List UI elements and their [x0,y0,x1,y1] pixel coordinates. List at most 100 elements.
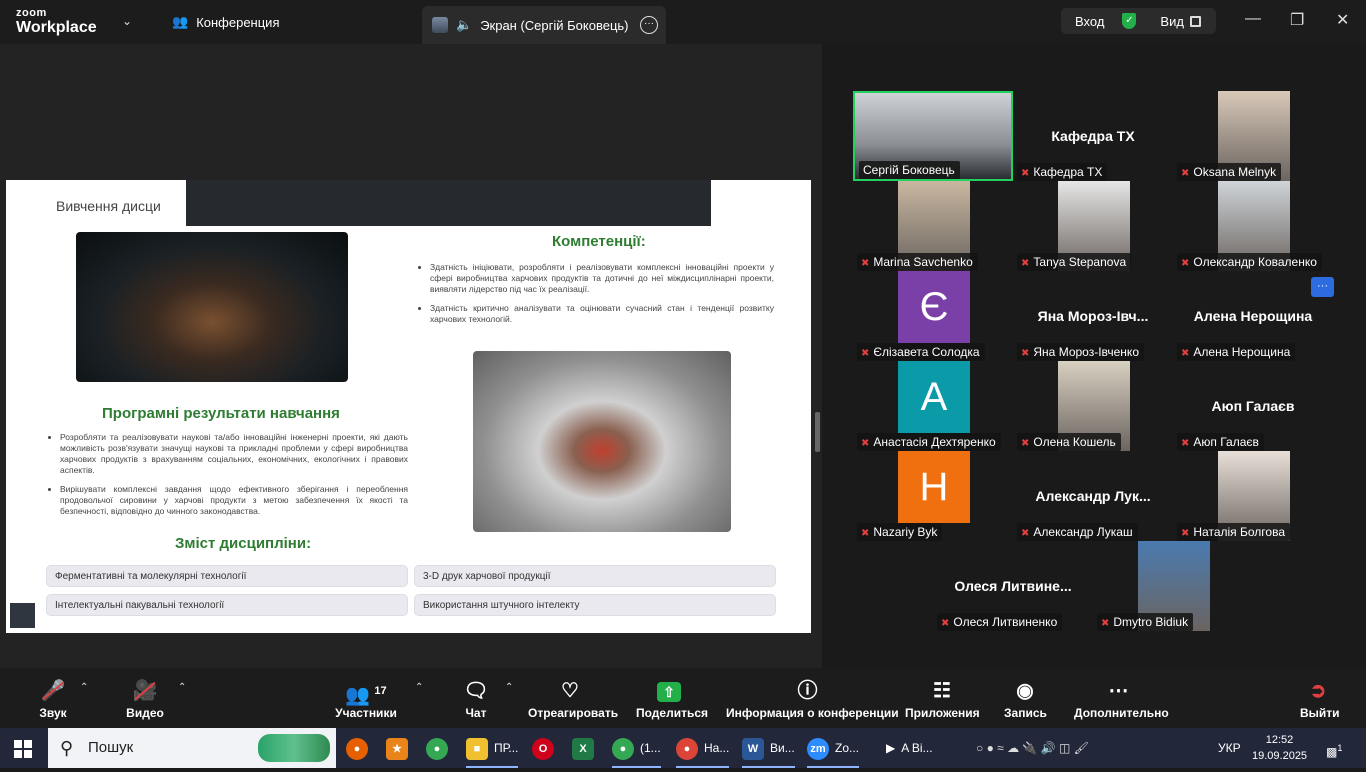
more-icon: ⋯ [1108,680,1129,702]
participant-tile[interactable]: Яна Мороз-Івч... ✖ Яна Мороз-Івченко [1013,271,1173,361]
slide-corner-mark [10,603,35,628]
participant-tile[interactable]: Аюп Галаєв ✖ Аюп Галаєв [1173,361,1333,451]
chrome-icon[interactable]: ● [426,728,454,768]
mic-muted-icon: ✖ [861,258,870,269]
mic-muted-icon: ✖ [1021,168,1030,179]
opera-icon[interactable]: O [532,728,560,768]
speaker-icon: 🔈 [456,17,473,32]
apps-button[interactable]: ☷ Приложения [905,678,980,720]
tray-icons[interactable]: ○ ● ≈ ☁ 🔌 🔊 ◫ 🖌 [976,728,1089,768]
record-button[interactable]: ◉ Запись [1004,678,1047,720]
taskbar-item-word[interactable]: W Ви... [742,728,795,768]
participant-tile[interactable]: ✖ Tanya Stepanova [1013,181,1173,271]
play-icon: ▶ [886,741,896,755]
mic-muted-icon: ✖ [861,348,870,359]
audio-caret-icon[interactable]: ⌃ [80,682,88,693]
tab-screen-share[interactable]: 🔈 Экран (Сергій Боковець) ··· [422,6,666,44]
mic-muted-icon: ✖ [1021,258,1030,269]
more-options-icon[interactable]: ··· [640,16,658,34]
audio-button[interactable]: 🎤 Звук [36,678,70,720]
share-button[interactable]: ⇧ Поделиться [636,678,708,720]
participant-tile-active[interactable]: Сергій Боковець [853,91,1013,181]
tab-conference[interactable]: 👥 Конференция [172,14,279,30]
mic-muted-icon: ✖ [1181,258,1190,269]
shield-icon[interactable]: ✓ [1122,13,1137,29]
participant-tile[interactable]: H ✖ Nazariy Byk [853,451,1013,541]
mic-muted-icon: ✖ [1021,438,1030,449]
close-icon[interactable]: ✕ [1336,10,1349,30]
mic-muted-icon: ✖ [1021,528,1030,539]
participant-name: ✖ Алена Нерощина [1177,343,1296,361]
tab-conference-label: Конференция [196,14,280,30]
topic-chip: Ферментативні та молекулярні технології [46,565,408,587]
participant-name: ✖ Oksana Melnyk [1177,163,1282,181]
participant-tile[interactable]: Алена Нерощина ✖ Алена Нерощина [1173,271,1333,361]
avatar: H [898,451,970,523]
view-button[interactable]: Вид [1160,14,1184,29]
taskbar-item-zoom[interactable]: zm Zo... [807,728,860,768]
more-button[interactable]: ··· [1311,277,1334,297]
participant-name: ✖ Александр Лукаш [1017,523,1138,541]
clock[interactable]: 12:52 19.09.2025 [1252,732,1307,764]
participant-tile[interactable]: ✖ Олександр Коваленко [1173,181,1333,271]
participant-tile[interactable]: Кафедра ТХ ✖ Кафедра ТХ [1013,91,1173,181]
avatar: A [898,361,970,433]
participant-name: ✖ Аюп Галаєв [1177,433,1264,451]
competencies-list: Здатність ініціювати, розробляти і реалі… [418,262,774,333]
participants-caret-icon[interactable]: ⌃ [415,682,423,693]
react-button[interactable]: ♡ Отреагировать [528,678,618,720]
participant-name: ✖ Єлізавета Солодка [857,343,985,361]
pdf-app-icon[interactable]: ★ [386,728,414,768]
more-toolbar-button[interactable]: ⋯ Дополнительно [1074,678,1169,720]
grid-view-icon[interactable] [1189,15,1201,27]
mic-muted-icon: ✖ [1181,528,1190,539]
signin-button[interactable]: Вход [1075,14,1104,29]
restore-icon[interactable]: ❐ [1290,10,1304,30]
chat-caret-icon[interactable]: ⌃ [505,682,513,693]
mic-muted-icon: ✖ [941,618,950,629]
taskbar-item-chrome-2[interactable]: ● На... [676,728,730,768]
windows-taskbar: ⚲ Пошук ● ★ ● ■ ПР... O X ● (1... ● На... W… [0,728,1366,768]
language-indicator[interactable]: УКР [1218,728,1241,768]
excel-icon[interactable]: X [572,728,600,768]
notification-icon[interactable]: ▩1 [1326,728,1342,768]
meeting-info-button[interactable]: ⓘ Информация о конференции [726,678,899,720]
leave-button[interactable]: ➲ Выйти [1300,678,1340,720]
participant-tile[interactable]: Олеся Литвине... ✖ Олеся Литвиненко [933,541,1093,631]
outcomes-list: Розробляти та реалізовувати наукові та/а… [48,432,408,525]
topic-chip: 3-D друк харчової продукції [414,565,776,587]
video-caret-icon[interactable]: ⌃ [178,682,186,693]
chevron-down-icon[interactable]: ⌄ [122,14,132,28]
participant-tile[interactable]: Александр Лук... ✖ Александр Лукаш [1013,451,1173,541]
mic-muted-icon: ✖ [1181,348,1190,359]
participant-name: ✖ Яна Мороз-Івченко [1017,343,1144,361]
windows-start-icon[interactable] [14,740,32,758]
heart-icon: ♡ [561,680,579,702]
video-button[interactable]: 🎥 Видео [124,678,166,720]
participant-tile[interactable]: ✖ Dmytro Bidiuk [1093,541,1253,631]
search-icon: ⚲ [60,738,74,758]
taskbar-item-media[interactable]: ▶ A Ві... [886,728,933,768]
participants-button[interactable]: 👥 17 Участники [334,678,398,720]
topic-chip: Інтелектуальні пакувальні технології [46,594,408,616]
mic-muted-icon: 🎤 [36,678,70,704]
mic-muted-icon: ✖ [1021,348,1030,359]
firefox-icon[interactable]: ● [346,728,374,768]
participant-tile[interactable]: ✖ Наталія Болгова [1173,451,1333,541]
participant-tile[interactable]: A ✖ Анастасія Дехтяренко [853,361,1013,451]
mic-muted-icon: ✖ [861,528,870,539]
participant-tile[interactable]: ✖ Marina Savchenko [853,181,1013,271]
participant-tile[interactable]: Є ✖ Єлізавета Солодка [853,271,1013,361]
taskbar-item-chrome[interactable]: ● (1... [612,728,661,768]
taskbar-search[interactable]: ⚲ Пошук [48,728,336,768]
chat-button[interactable]: 🗨 Чат [462,678,490,720]
splitter-handle[interactable] [815,412,820,452]
list-item: Здатність критично аналізувати та оцінюв… [430,303,774,325]
minimize-icon[interactable]: — [1245,10,1261,28]
list-item: Вирішувати комплексні завдання щодо ефек… [60,484,408,517]
taskbar-item-explorer[interactable]: ■ ПР... [466,728,519,768]
info-icon: ⓘ [797,680,818,702]
participant-tile[interactable]: ✖ Олена Кошель [1013,361,1173,451]
outcomes-heading: Програмні результати навчання [102,405,340,422]
participant-tile[interactable]: ✖ Oksana Melnyk [1173,91,1333,181]
